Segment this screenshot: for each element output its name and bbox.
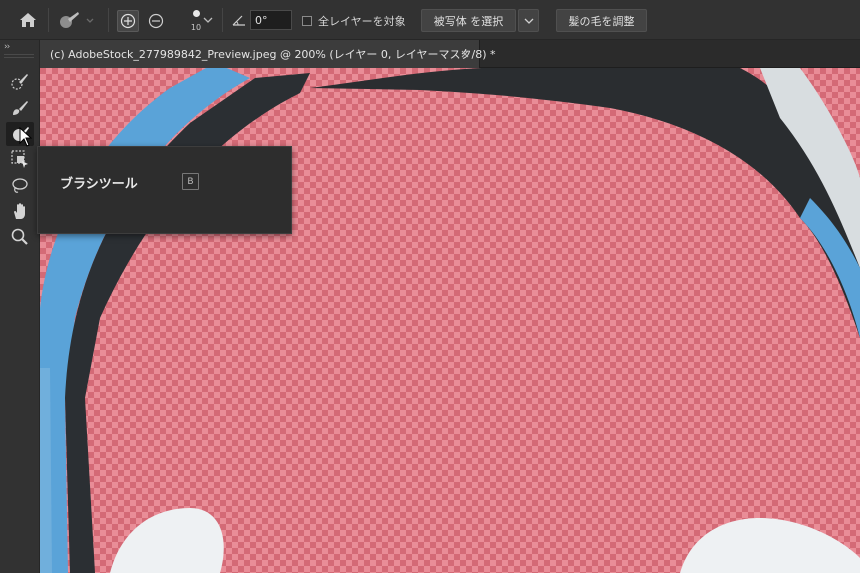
subtract-from-selection-button[interactable]: [145, 10, 167, 32]
hand-tool[interactable]: [6, 199, 34, 223]
mouse-pointer-icon: [19, 127, 33, 147]
select-subject-button[interactable]: 被写体 を選択: [421, 9, 516, 32]
options-bar: 10 全レイヤーを対象 被写体 を選択 髪の毛を調整: [0, 0, 860, 40]
panel-grip[interactable]: [4, 54, 34, 58]
separator: [222, 8, 223, 32]
angle-icon: [231, 13, 247, 27]
minus-circle-icon: [148, 13, 164, 29]
plus-circle-icon: [120, 13, 136, 29]
document-tab-title: (c) AdobeStock_277989842_Preview.jpeg @ …: [50, 48, 496, 61]
tool-tooltip: ブラシツール B: [37, 146, 292, 234]
close-icon: [461, 50, 469, 58]
lasso-icon: [12, 178, 28, 193]
quick-selection-brush-icon: [11, 74, 28, 90]
zoom-tool[interactable]: [6, 225, 34, 249]
refine-edge-brush-icon: [13, 101, 28, 115]
angle-input[interactable]: [250, 10, 292, 30]
add-to-selection-button[interactable]: [117, 10, 139, 32]
separator: [108, 8, 109, 32]
brush-preset-icon: [60, 12, 94, 28]
close-tab-button[interactable]: [459, 48, 471, 60]
tools-panel: ››: [0, 40, 40, 573]
refine-hair-button[interactable]: 髪の毛を調整: [556, 9, 647, 32]
sample-all-layers-label: 全レイヤーを対象: [318, 15, 406, 28]
tooltip-tool-name: ブラシツール: [60, 177, 138, 192]
separator: [48, 8, 49, 32]
home-button[interactable]: [12, 8, 44, 32]
sample-all-layers-checkbox[interactable]: [302, 16, 312, 26]
canvas-image: [40, 68, 860, 573]
chevron-down-icon: [203, 17, 213, 23]
sample-all-layers-option[interactable]: 全レイヤーを対象: [302, 13, 406, 29]
select-subject-dropdown[interactable]: [518, 9, 539, 32]
object-selection-tool[interactable]: [6, 147, 34, 171]
document-canvas[interactable]: [40, 68, 860, 573]
quick-selection-tool[interactable]: [6, 69, 34, 93]
document-tab[interactable]: (c) AdobeStock_277989842_Preview.jpeg @ …: [40, 40, 496, 68]
brush-tip-preview: [192, 10, 200, 17]
document-tab-bar: (c) AdobeStock_277989842_Preview.jpeg @ …: [40, 40, 860, 68]
brush-size-dropdown[interactable]: [202, 14, 214, 26]
lasso-tool[interactable]: [6, 174, 34, 198]
tool-preset-button[interactable]: [54, 8, 100, 32]
object-selection-icon: [11, 150, 28, 168]
refine-edge-brush-tool[interactable]: [6, 96, 34, 120]
brush-size-value: 10: [190, 23, 202, 32]
tooltip-shortcut-key: B: [182, 173, 199, 190]
collapse-panel-button[interactable]: ››: [4, 42, 10, 52]
magnifier-icon: [11, 228, 28, 245]
home-icon: [20, 13, 36, 27]
chevron-down-icon: [524, 18, 533, 24]
hand-icon: [14, 203, 25, 219]
